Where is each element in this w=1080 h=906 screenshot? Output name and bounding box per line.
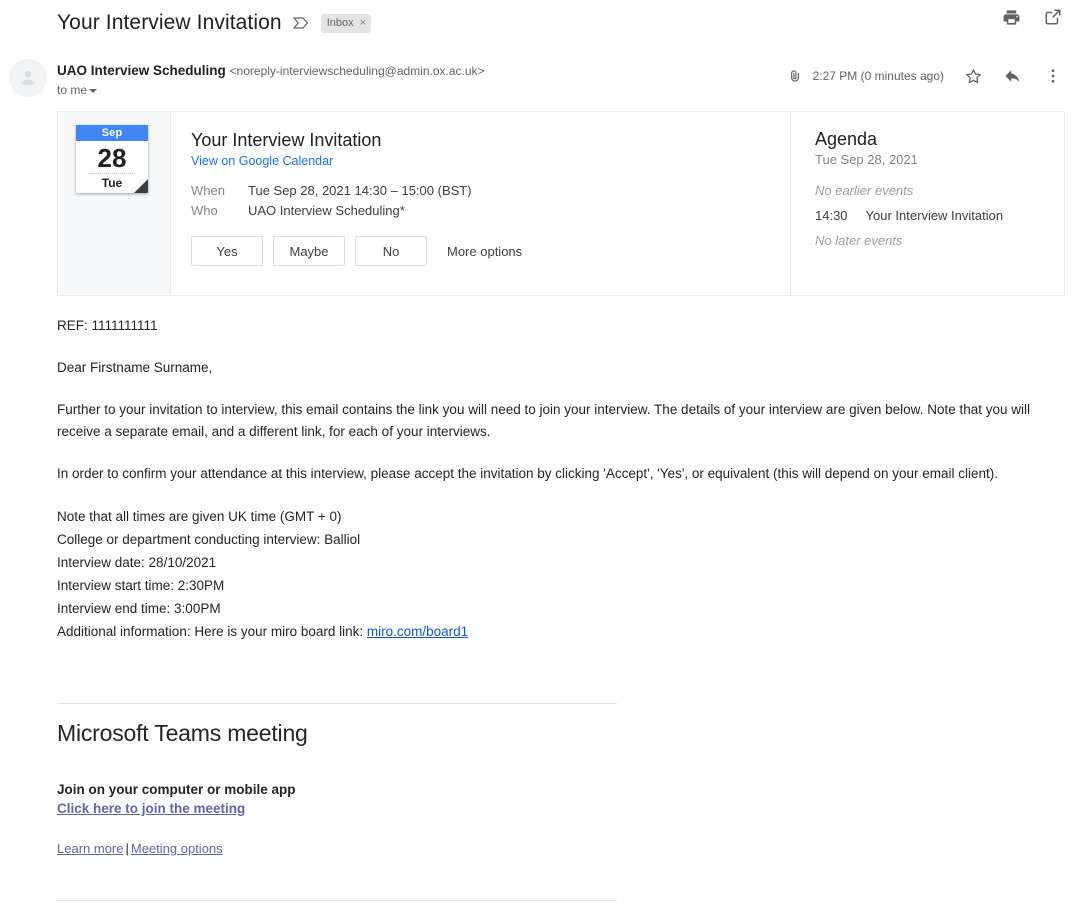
agenda-title: Agenda [815,128,1064,151]
calendar-invite-card: Sep 28 Tue Your Interview Invitation Vie… [57,111,1065,296]
invite-date-column: Sep 28 Tue [58,112,171,295]
body-paragraph-2: In order to confirm your attendance at t… [57,463,1067,485]
body-greeting: Dear Firstname Surname, [57,357,1067,379]
teams-join-meeting-link[interactable]: Click here to join the meeting [57,800,245,818]
email-body: REF: 1111111111 Dear Firstname Surname, … [57,315,1067,643]
open-in-new-window-icon[interactable] [1042,6,1064,28]
invite-field-key: When [191,183,248,203]
divider-below-teams [57,900,617,901]
body-paragraph-1: Further to your invitation to interview,… [57,399,1067,443]
detail-additional-information: Additional information: Here is your mir… [57,620,1067,643]
chevron-down-icon[interactable] [89,89,97,93]
detail-timezone: Note that all times are given UK time (G… [57,505,1067,528]
detail-end-time: Interview end time: 3:00PM [57,597,1067,620]
agenda-event-time: 14:30 [815,206,848,225]
detail-start-time: Interview start time: 2:30PM [57,574,1067,597]
teams-links-separator: | [123,841,130,856]
sender-email: <noreply-interviewscheduling@admin.ox.ac… [230,64,485,78]
label-chip-text: Inbox [327,16,354,30]
table-row: When Tue Sep 28, 2021 14:30 – 15:00 (BST… [191,183,472,203]
header-actions [1000,6,1064,28]
agenda-event-row: 14:30 Your Interview Invitation [815,206,1064,225]
calendar-day: 28 [76,141,148,173]
invite-field-value: UAO Interview Scheduling* [248,203,472,223]
agenda-no-earlier-events: No earlier events [815,181,1064,200]
more-vertical-icon[interactable] [1042,65,1064,87]
sender-row: UAO Interview Scheduling <noreply-interv… [0,55,1080,103]
rsvp-yes-button[interactable]: Yes [191,236,263,266]
invite-field-key: Who [191,203,248,223]
invite-fields-table: When Tue Sep 28, 2021 14:30 – 15:00 (BST… [191,183,472,223]
recipient-label: to me [57,83,87,97]
avatar [9,59,47,97]
important-marker-icon[interactable] [292,14,310,32]
calendar-weekday-text: Tue [102,176,122,190]
message-meta-actions: 2:27 PM (0 minutes ago) [787,65,1064,87]
recipient-line[interactable]: to me [57,82,485,99]
message-timestamp: 2:27 PM (0 minutes ago) [813,69,944,83]
subject-row: Your Interview Invitation Inbox × [0,0,1080,46]
detail-additional-label: Additional information: Here is your mir… [57,624,367,639]
agenda-event-title: Your Interview Invitation [866,206,1004,225]
more-options-button[interactable]: More options [447,244,522,259]
invite-field-value: Tue Sep 28, 2021 14:30 – 15:00 (BST) [248,183,472,203]
calendar-month: Sep [76,125,148,141]
detail-college: College or department conducting intervi… [57,528,1067,551]
rsvp-maybe-button[interactable]: Maybe [273,236,345,266]
teams-meeting-heading: Microsoft Teams meeting [57,718,308,748]
page-title: Your Interview Invitation [57,9,282,37]
calendar-date-badge: Sep 28 Tue [76,125,148,193]
calendar-weekday: Tue [76,174,148,193]
interview-details-list: Note that all times are given UK time (G… [57,505,1067,643]
detail-interview-date: Interview date: 28/10/2021 [57,551,1067,574]
calendar-page-fold-icon [134,179,148,193]
body-reference: REF: 1111111111 [57,315,1067,337]
teams-meeting-options-link[interactable]: Meeting options [131,841,223,856]
divider-above-teams [57,703,617,704]
sender-name: UAO Interview Scheduling [57,63,226,78]
agenda-no-later-events: No later events [815,231,1064,250]
rsvp-no-button[interactable]: No [355,236,427,266]
star-icon[interactable] [962,65,984,87]
sender-identity: UAO Interview Scheduling <noreply-interv… [57,62,485,80]
teams-join-label: Join on your computer or mobile app [57,781,296,799]
reply-icon[interactable] [1002,65,1024,87]
view-on-google-calendar-link[interactable]: View on Google Calendar [191,154,333,168]
teams-learn-more-link[interactable]: Learn more [57,841,123,856]
miro-board-link[interactable]: miro.com/board1 [367,624,468,639]
attachment-icon [787,68,803,84]
agenda-column: Agenda Tue Sep 28, 2021 No earlier event… [791,112,1064,295]
print-icon[interactable] [1000,6,1022,28]
sender-info: UAO Interview Scheduling <noreply-interv… [57,62,485,99]
label-chip-inbox[interactable]: Inbox × [321,14,371,33]
invite-title: Your Interview Invitation [191,128,790,152]
default-avatar-icon [17,67,39,89]
teams-footer-links: Learn more|Meeting options [57,840,223,858]
invite-details-column: Your Interview Invitation View on Google… [171,112,791,295]
rsvp-buttons-row: Yes Maybe No More options [191,236,790,266]
table-row: Who UAO Interview Scheduling* [191,203,472,223]
label-chip-remove-icon[interactable]: × [360,16,366,30]
agenda-date: Tue Sep 28, 2021 [815,151,1064,169]
